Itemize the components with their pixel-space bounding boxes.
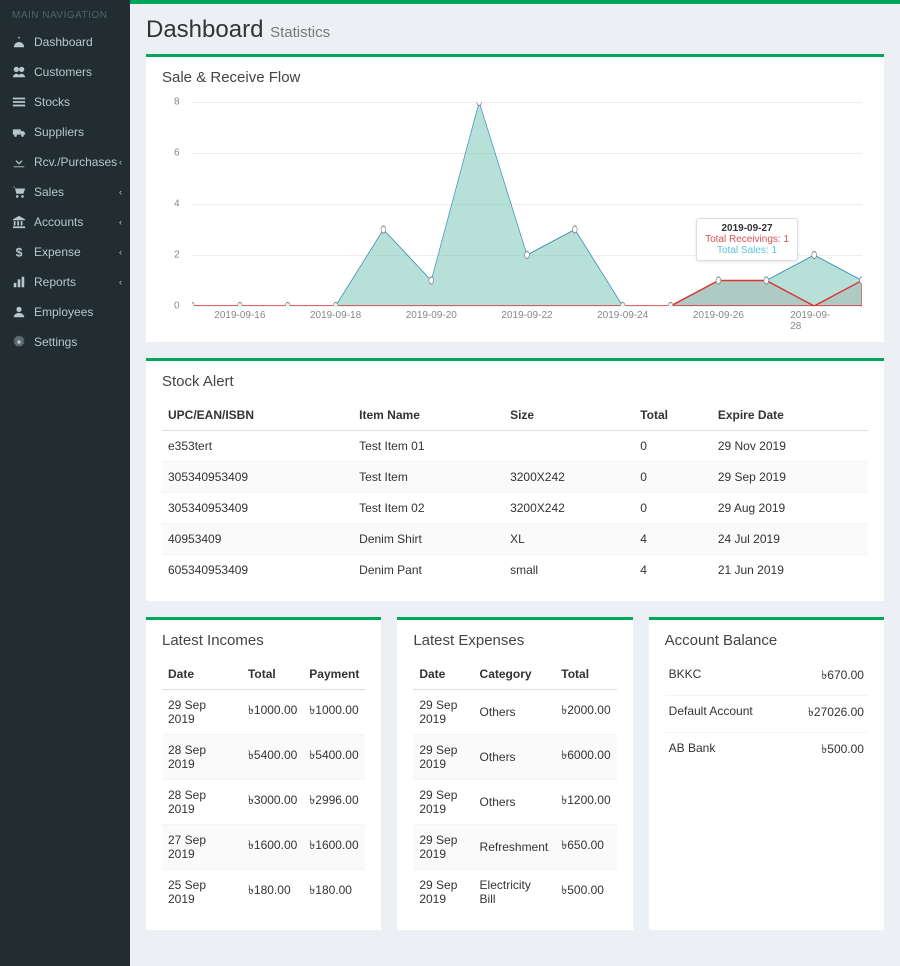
sidebar-item-label: Rcv./Purchases <box>34 155 117 169</box>
chart-panel-title: Sale & Receive Flow <box>162 69 868 86</box>
users-icon <box>12 65 26 79</box>
sidebar-item-expense[interactable]: $ Expense ‹ <box>0 237 130 267</box>
chevron-left-icon: ‹ <box>119 217 122 227</box>
sidebar-item-label: Stocks <box>34 95 70 109</box>
table-header: UPC/EAN/ISBN <box>162 400 353 431</box>
report-icon <box>12 275 26 289</box>
user-icon <box>12 305 26 319</box>
table-row[interactable]: 27 Sep 2019৳1600.00৳1600.00 <box>162 825 365 870</box>
expenses-panel: Latest Expenses DateCategoryTotal 29 Sep… <box>397 617 632 930</box>
table-header: Total <box>242 659 303 690</box>
incomes-table: DateTotalPayment 29 Sep 2019৳1000.00৳100… <box>162 659 365 914</box>
dollar-icon: $ <box>12 245 26 259</box>
table-row[interactable]: 29 Sep 2019Electricity Bill৳500.00 <box>413 870 616 915</box>
table-row[interactable]: 305340953409Test Item 023200X242029 Aug … <box>162 493 868 524</box>
table-header: Total <box>555 659 616 690</box>
table-row[interactable]: 29 Sep 2019Others৳1200.00 <box>413 780 616 825</box>
table-row[interactable]: 28 Sep 2019৳3000.00৳2996.00 <box>162 780 365 825</box>
sidebar-item-reports[interactable]: Reports ‹ <box>0 267 130 297</box>
sidebar-item-stocks[interactable]: Stocks <box>0 87 130 117</box>
sidebar-item-sales[interactable]: Sales ‹ <box>0 177 130 207</box>
sidebar-item-dashboard[interactable]: Dashboard <box>0 27 130 57</box>
sidebar-item-employees[interactable]: Employees <box>0 297 130 327</box>
sidebar-item-rcv-purchases[interactable]: Rcv./Purchases‹ <box>0 147 130 177</box>
table-header: Item Name <box>353 400 504 431</box>
gear-icon <box>12 335 26 349</box>
incomes-title: Latest Incomes <box>162 632 365 649</box>
chevron-left-icon: ‹ <box>119 277 122 287</box>
stock-alert-panel: Stock Alert UPC/EAN/ISBNItem NameSizeTot… <box>146 358 884 601</box>
dashboard-icon <box>12 35 26 49</box>
sidebar-item-settings[interactable]: Settings <box>0 327 130 357</box>
chevron-left-icon: ‹ <box>119 157 122 167</box>
table-row[interactable]: 40953409Denim ShirtXL424 Jul 2019 <box>162 524 868 555</box>
content: Dashboard Statistics Sale & Receive Flow… <box>130 4 900 966</box>
stock-alert-table: UPC/EAN/ISBNItem NameSizeTotalExpire Dat… <box>162 400 868 585</box>
table-header: Total <box>634 400 712 431</box>
sidebar-item-label: Sales <box>34 185 64 199</box>
table-row[interactable]: 28 Sep 2019৳5400.00৳5400.00 <box>162 735 365 780</box>
balance-row: BKKC৳670.00 <box>665 659 868 695</box>
expenses-table: DateCategoryTotal 29 Sep 2019Others৳2000… <box>413 659 616 914</box>
balance-row: Default Account৳27026.00 <box>665 695 868 732</box>
expenses-title: Latest Expenses <box>413 632 616 649</box>
chevron-left-icon: ‹ <box>119 247 122 257</box>
table-row[interactable]: 605340953409Denim Pantsmall421 Jun 2019 <box>162 555 868 586</box>
cart-icon <box>12 185 26 199</box>
tooltip-date: 2019-09-27 <box>705 223 789 234</box>
table-header: Size <box>504 400 634 431</box>
table-row[interactable]: 305340953409Test Item3200X242029 Sep 201… <box>162 462 868 493</box>
sidebar: MAIN NAVIGATION Dashboard Customers Stocks… <box>0 0 130 966</box>
download-icon <box>12 155 26 169</box>
main: Dashboard Statistics Sale & Receive Flow… <box>130 0 900 966</box>
table-row[interactable]: 29 Sep 2019Others৳2000.00 <box>413 690 616 735</box>
table-row[interactable]: e353tertTest Item 01029 Nov 2019 <box>162 431 868 462</box>
table-header: Date <box>413 659 473 690</box>
balance-title: Account Balance <box>665 632 868 649</box>
balance-list: BKKC৳670.00Default Account৳27026.00AB Ba… <box>665 659 868 769</box>
stock-alert-title: Stock Alert <box>162 373 868 390</box>
incomes-panel: Latest Incomes DateTotalPayment 29 Sep 2… <box>146 617 381 930</box>
table-row[interactable]: 25 Sep 2019৳180.00৳180.00 <box>162 870 365 915</box>
table-header: Date <box>162 659 242 690</box>
balance-panel: Account Balance BKKC৳670.00Default Accou… <box>649 617 884 930</box>
table-row[interactable]: 29 Sep 2019৳1000.00৳1000.00 <box>162 690 365 735</box>
chart-tooltip: 2019-09-27 Total Receivings: 1 Total Sal… <box>696 218 798 261</box>
page-title-text: Dashboard <box>146 16 263 43</box>
sidebar-item-suppliers[interactable]: Suppliers <box>0 117 130 147</box>
page-subtitle: Statistics <box>270 24 330 41</box>
sidebar-item-label: Accounts <box>34 215 83 229</box>
app-root: MAIN NAVIGATION Dashboard Customers Stocks… <box>0 0 900 966</box>
sidebar-item-label: Dashboard <box>34 35 93 49</box>
sidebar-item-accounts[interactable]: Accounts ‹ <box>0 207 130 237</box>
tooltip-receivings: Total Receivings: 1 <box>705 234 789 245</box>
table-header: Expire Date <box>712 400 868 431</box>
sidebar-header: MAIN NAVIGATION <box>0 0 130 27</box>
chevron-left-icon: ‹ <box>119 187 122 197</box>
sidebar-item-label: Reports <box>34 275 76 289</box>
table-header: Category <box>474 659 556 690</box>
table-row[interactable]: 29 Sep 2019Others৳6000.00 <box>413 735 616 780</box>
svg-text:$: $ <box>16 245 23 259</box>
balance-row: AB Bank৳500.00 <box>665 732 868 769</box>
table-header: Payment <box>303 659 365 690</box>
sidebar-item-label: Expense <box>34 245 81 259</box>
bank-icon <box>12 215 26 229</box>
chart: 02468 2019-09-162019-09-182019-09-202019… <box>162 96 868 326</box>
sidebar-item-label: Settings <box>34 335 77 349</box>
sidebar-item-label: Employees <box>34 305 93 319</box>
truck-icon <box>12 125 26 139</box>
sidebar-item-label: Customers <box>34 65 92 79</box>
sidebar-nav: Dashboard Customers Stocks Suppliers Rcv./Pu… <box>0 27 130 357</box>
table-row[interactable]: 29 Sep 2019Refreshment৳650.00 <box>413 825 616 870</box>
list-icon <box>12 95 26 109</box>
tooltip-sales: Total Sales: 1 <box>705 245 789 256</box>
bottom-row: Latest Incomes DateTotalPayment 29 Sep 2… <box>146 617 884 946</box>
sidebar-item-customers[interactable]: Customers <box>0 57 130 87</box>
sidebar-item-label: Suppliers <box>34 125 84 139</box>
chart-panel: Sale & Receive Flow 02468 2019-09-162019… <box>146 54 884 342</box>
page-title: Dashboard Statistics <box>146 16 884 44</box>
